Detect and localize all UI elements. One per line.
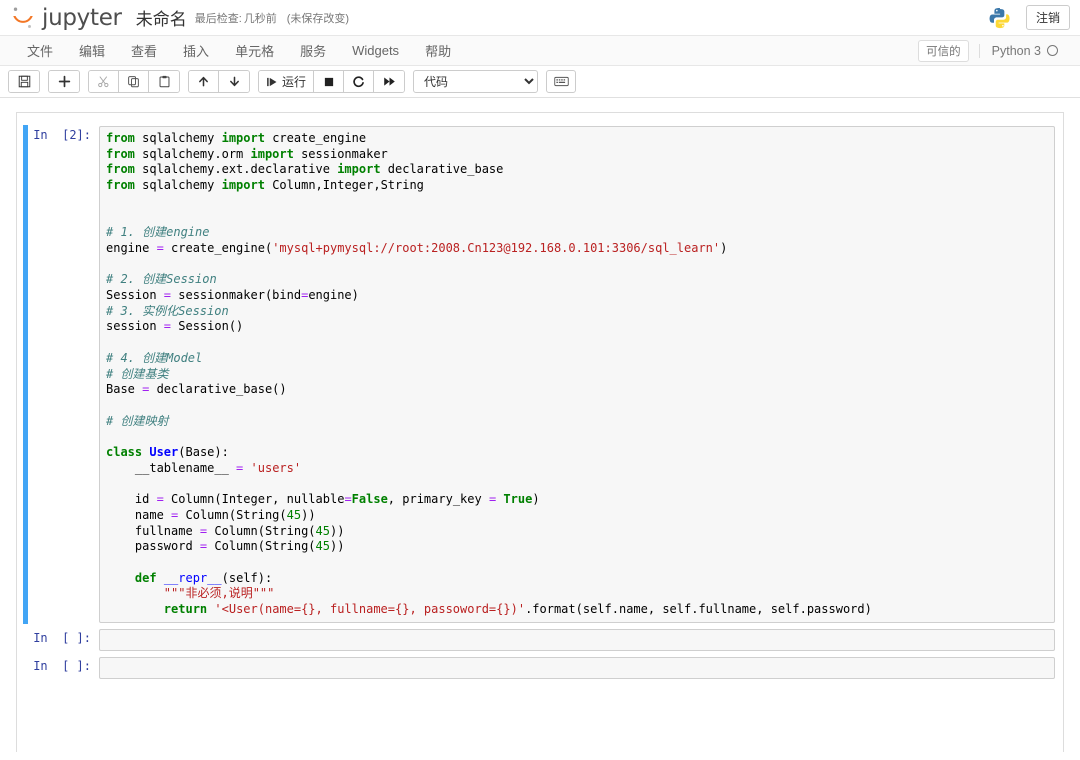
cell-input-area[interactable] <box>99 628 1055 651</box>
brand-text: jupyter <box>42 4 122 31</box>
toolbar-group-insert <box>48 70 80 93</box>
kernel-idle-circle-icon <box>1047 45 1058 56</box>
scissors-icon <box>98 76 109 88</box>
menu-item-view[interactable]: 查看 <box>118 37 170 64</box>
toolbar-group-clipboard <box>88 70 180 93</box>
jupyter-logo-icon <box>10 5 36 31</box>
cell-prompt: In [ ]: <box>33 630 91 645</box>
paste-cell-button[interactable] <box>149 71 179 92</box>
menu-item-widgets[interactable]: Widgets <box>339 39 412 62</box>
arrow-up-icon <box>199 76 208 87</box>
move-cell-down-button[interactable] <box>219 71 249 92</box>
cell-prompt: In [ ]: <box>33 658 91 673</box>
code-cell-1[interactable]: In [2]: from sqlalchemy import create_en… <box>17 123 1063 626</box>
notebook-panel: In [2]: from sqlalchemy import create_en… <box>16 112 1064 752</box>
cut-cell-button[interactable] <box>89 71 119 92</box>
copy-icon <box>128 76 139 88</box>
toolbar: 运行 代码Markdown原生 NBConvert标题 <box>0 66 1080 98</box>
interrupt-kernel-button[interactable] <box>314 71 345 92</box>
move-cell-up-button[interactable] <box>189 71 219 92</box>
stop-square-icon <box>324 77 333 86</box>
restart-circle-icon <box>353 76 364 88</box>
app-header: jupyter 未命名 最后检查: 几秒前 (未保存改变) 注销 <box>0 0 1080 36</box>
kernel-indicator[interactable]: Python 3 <box>978 43 1058 58</box>
checkpoint-label: 最后检查: <box>194 12 242 25</box>
unsaved-changes-flag: (未保存改变) <box>286 12 350 25</box>
command-palette-button[interactable] <box>546 70 577 93</box>
menubar-right-group: 可信的 Python 3 <box>918 39 1066 62</box>
cell-prompt: In [2]: <box>33 128 91 142</box>
keyboard-icon <box>553 76 569 87</box>
restart-kernel-button[interactable] <box>344 71 375 92</box>
code-cell-2[interactable]: In [ ]: <box>17 626 1063 654</box>
toolbar-group-run: 运行 <box>258 70 406 93</box>
run-button-label: 运行 <box>282 75 307 89</box>
menu-bar: 文件 编辑 查看 插入 单元格 服务 Widgets 帮助 可信的 Python… <box>0 36 1080 66</box>
logout-button[interactable]: 注销 <box>1025 5 1070 30</box>
menu-item-kernel[interactable]: 服务 <box>287 37 339 64</box>
copy-cell-button[interactable] <box>119 71 149 92</box>
code-cell-3[interactable]: In [ ]: <box>17 654 1063 682</box>
paste-icon <box>159 75 169 88</box>
arrow-down-icon <box>229 76 239 87</box>
kernel-name-label: Python 3 <box>991 43 1041 58</box>
save-button[interactable] <box>9 71 39 92</box>
toolbar-group-move <box>188 70 250 93</box>
notebook-title[interactable]: 未命名 <box>136 5 187 30</box>
menu-item-insert[interactable]: 插入 <box>170 37 222 64</box>
cell-input-area[interactable] <box>99 656 1055 679</box>
restart-run-all-button[interactable] <box>374 71 405 92</box>
insert-cell-below-button[interactable] <box>49 71 79 92</box>
plus-icon <box>58 75 70 88</box>
header-right-group: 注销 <box>988 5 1070 30</box>
run-cell-button[interactable]: 运行 <box>259 71 315 92</box>
python-logo-icon <box>988 6 1012 30</box>
menu-item-help[interactable]: 帮助 <box>412 37 464 64</box>
checkpoint-time: 几秒前 <box>243 12 277 25</box>
run-icon <box>267 77 277 86</box>
jupyter-brand[interactable]: jupyter <box>10 5 122 31</box>
toolbar-group-save <box>8 70 40 93</box>
fast-forward-icon <box>383 77 395 86</box>
trusted-badge[interactable]: 可信的 <box>918 39 969 62</box>
floppy-disk-icon <box>18 75 30 88</box>
menu-item-cell[interactable]: 单元格 <box>222 37 287 64</box>
menu-item-edit[interactable]: 编辑 <box>66 37 118 64</box>
cell-type-select[interactable]: 代码Markdown原生 NBConvert标题 <box>413 70 539 93</box>
notebook-container: In [2]: from sqlalchemy import create_en… <box>0 98 1080 760</box>
cell-input-area[interactable]: from sqlalchemy import create_engine fro… <box>99 126 1055 623</box>
menu-item-file[interactable]: 文件 <box>14 37 66 64</box>
